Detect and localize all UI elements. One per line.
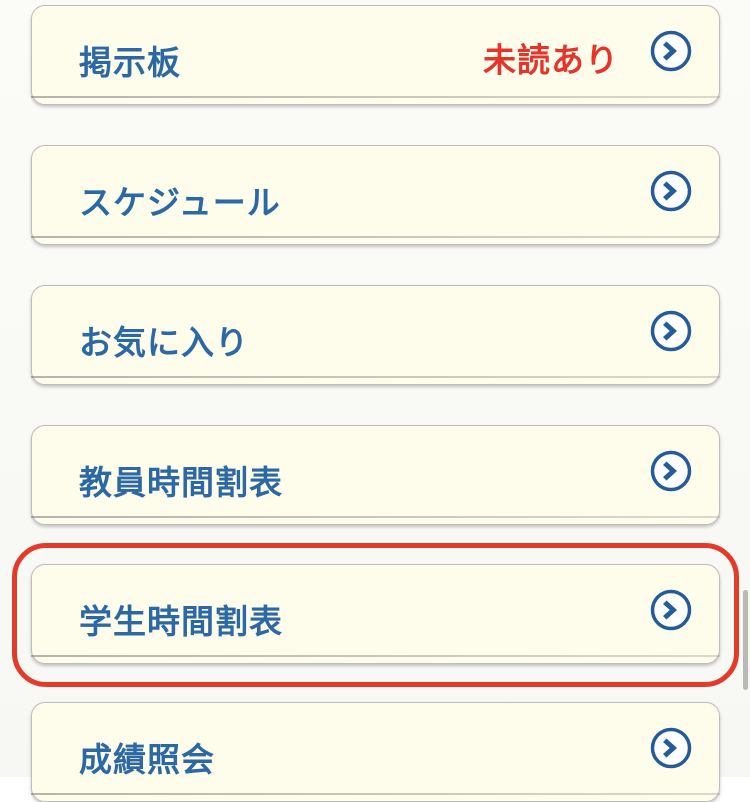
chevron-right-circle-icon [650,170,692,212]
menu-item-favorites[interactable]: お気に入り [31,285,720,385]
menu-item-teacher-timetable[interactable]: 教員時間割表 [31,425,720,525]
menu-item-label: 教員時間割表 [79,462,283,502]
menu-item-label: お気に入り [79,322,249,362]
menu-item-bulletin-board[interactable]: 掲示板 未読あり [31,5,720,105]
scrollbar[interactable] [741,0,750,777]
chevron-right-circle-icon [650,727,692,769]
chevron-right-circle-icon [650,589,692,631]
chevron-right-circle-icon [650,30,692,72]
menu-item-label: 成績照会 [79,739,215,779]
menu-item-schedule[interactable]: スケジュール [31,145,720,245]
menu-item-label: 学生時間割表 [79,601,283,641]
menu-item-label: 掲示板 [79,42,181,82]
menu-item-label: スケジュール [79,182,281,222]
unread-badge: 未読あり [483,40,619,80]
menu-item-grade-inquiry[interactable]: 成績照会 [31,702,720,802]
chevron-right-circle-icon [650,450,692,492]
menu-item-student-timetable[interactable]: 学生時間割表 [31,564,720,664]
scrollbar-thumb[interactable] [743,590,748,690]
chevron-right-circle-icon [650,310,692,352]
